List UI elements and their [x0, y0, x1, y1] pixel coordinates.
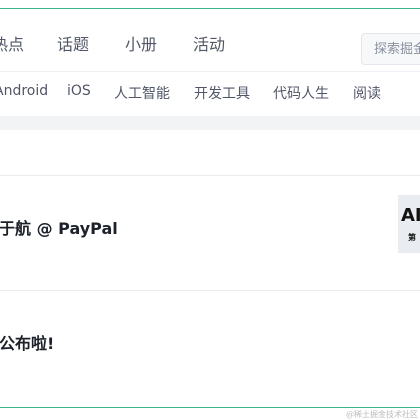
- article-feed: 于航 @ PayPal 公布啦!: [0, 130, 420, 407]
- search-input[interactable]: [362, 34, 420, 64]
- tag-android[interactable]: Android: [0, 83, 48, 99]
- bottom-accent-line: [0, 407, 420, 408]
- nav-item-events[interactable]: 活动: [193, 31, 225, 55]
- nav-item-hot[interactable]: 热点: [0, 31, 24, 55]
- article-title[interactable]: 于航 @ PayPal: [0, 215, 118, 239]
- section-separator: [0, 116, 420, 130]
- feed-divider: [0, 290, 420, 291]
- feed-divider: [0, 175, 420, 176]
- nav-item-booklets[interactable]: 小册: [125, 31, 157, 55]
- tag-ios[interactable]: iOS: [67, 83, 91, 99]
- tag-ai[interactable]: 人工智能: [114, 83, 170, 103]
- nav-item-topics[interactable]: 话题: [57, 31, 89, 55]
- tag-dev-tools[interactable]: 开发工具: [194, 83, 250, 103]
- thumbnail-caption: 第: [408, 233, 416, 242]
- top-nav: 热点 话题 小册 活动: [0, 9, 420, 71]
- tag-reading[interactable]: 阅读: [353, 83, 381, 103]
- thumbnail-text: AI: [401, 205, 420, 226]
- tag-code-life[interactable]: 代码人生: [273, 83, 329, 103]
- search-box[interactable]: [361, 33, 420, 65]
- category-tags: Android iOS 人工智能 开发工具 代码人生 阅读: [0, 72, 420, 116]
- article-title[interactable]: 公布啦!: [0, 330, 54, 354]
- watermark: @稀土掘金技术社区: [346, 410, 418, 419]
- article-thumbnail[interactable]: AI 第: [398, 195, 420, 253]
